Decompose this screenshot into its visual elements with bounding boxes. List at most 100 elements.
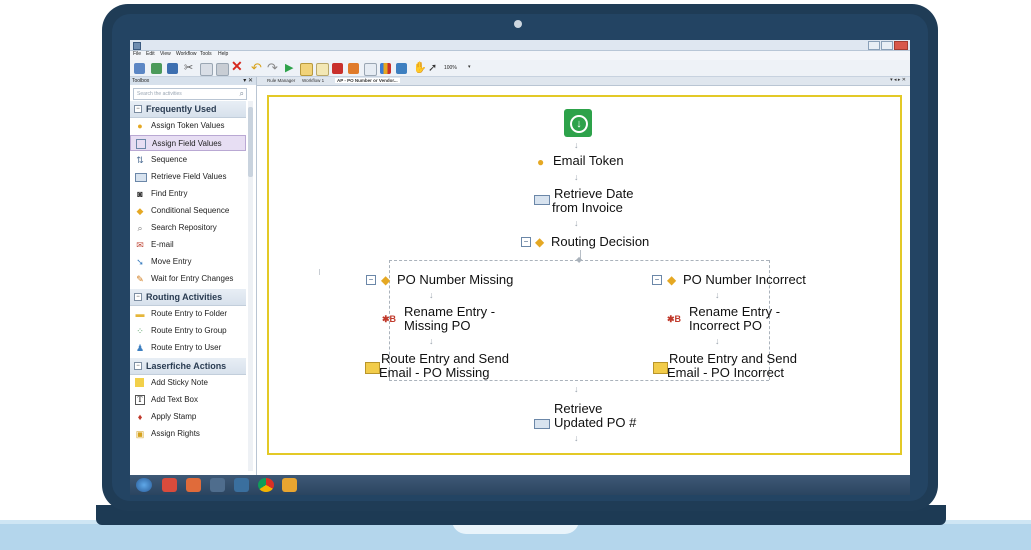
grid-icon[interactable] (364, 63, 377, 76)
activity-search-input[interactable]: Search the activities ⌕ (133, 88, 247, 100)
start-menu-icon[interactable] (136, 478, 152, 492)
node-rename-incorrect-line1[interactable]: Rename Entry - (689, 305, 780, 319)
activity-wait-for-entry-changes[interactable]: ✎ Wait for Entry Changes (130, 271, 246, 287)
redo-icon[interactable]: ↷ (267, 61, 278, 74)
activity-conditional-sequence[interactable]: ◆ Conditional Sequence (130, 203, 246, 219)
open-icon[interactable] (151, 63, 162, 74)
toolbox-scroll-thumb[interactable] (248, 107, 253, 177)
user-app-icon[interactable] (234, 478, 249, 492)
node-rename-missing-line1[interactable]: Rename Entry - (404, 305, 495, 319)
toolbox-pin-icon[interactable]: ▾ ✕ (243, 77, 253, 84)
flow-arrow: ↓ (574, 433, 579, 443)
tab-nav-icons[interactable]: ▾ ◂ ▸ ✕ (890, 77, 906, 83)
section-label: Frequently Used (146, 104, 217, 114)
activity-search-repository[interactable]: ⌕ Search Repository (130, 220, 246, 236)
validate-icon[interactable] (316, 63, 329, 76)
activity-move-entry[interactable]: ➘ Move Entry (130, 254, 246, 270)
collapse-icon[interactable]: − (134, 293, 142, 301)
section-routing-activities[interactable]: − Routing Activities (130, 289, 246, 306)
report-icon[interactable] (380, 63, 391, 74)
activity-sequence[interactable]: ⇅ Sequence (130, 152, 246, 168)
menu-file[interactable]: File (133, 51, 141, 57)
menu-workflow[interactable]: Workflow (176, 51, 196, 57)
tab-rule-manager[interactable]: Rule Manager (267, 78, 295, 83)
activity-assign-rights[interactable]: ▣ Assign Rights (130, 426, 246, 442)
activity-find-entry[interactable]: ◙ Find Entry (130, 186, 246, 202)
menu-edit[interactable]: Edit (146, 51, 155, 57)
flow-arrow: ↓ (429, 290, 434, 300)
delete-icon[interactable]: ✕ (231, 59, 243, 73)
collapse-icon[interactable]: − (521, 237, 531, 247)
menu-tools[interactable]: Tools (200, 51, 212, 57)
activity-assign-token-values[interactable]: ● Assign Token Values (130, 118, 246, 134)
cut-icon[interactable]: ✂ (184, 62, 193, 74)
node-route-missing-line1[interactable]: Route Entry and Send (381, 352, 509, 366)
search-icon[interactable]: ⌕ (240, 89, 244, 99)
collapse-icon[interactable]: − (134, 362, 142, 370)
node-retrieve-po-line1[interactable]: Retrieve (554, 402, 602, 416)
pan-hand-icon[interactable]: ✋ (413, 62, 427, 74)
activity-label: Search Repository (151, 223, 217, 232)
stop-icon[interactable] (332, 63, 343, 74)
collapse-icon[interactable]: − (134, 105, 142, 113)
chrome-icon[interactable] (258, 478, 274, 492)
close-button[interactable] (894, 41, 908, 50)
activity-email[interactable]: ✉ E-mail (130, 237, 246, 253)
node-rename-missing-line2[interactable]: Missing PO (404, 319, 470, 333)
new-workflow-icon[interactable] (134, 63, 145, 74)
activity-add-sticky-note[interactable]: Add Sticky Note (130, 375, 246, 391)
minimize-button[interactable] (868, 41, 880, 50)
workflow-canvas[interactable]: ↓ ↓ ● Email Token ↓ Retrieve Date from I… (267, 95, 902, 455)
section-laserfiche-actions[interactable]: − Laserfiche Actions (130, 358, 246, 375)
node-email-token[interactable]: Email Token (553, 154, 624, 168)
collapse-icon[interactable]: − (652, 275, 662, 285)
publish-icon[interactable] (300, 63, 313, 76)
activity-route-entry-to-group[interactable]: ⁘ Route Entry to Group (130, 323, 246, 339)
node-rename-incorrect-line2[interactable]: Incorrect PO (689, 319, 762, 333)
node-route-incorrect-line1[interactable]: Route Entry and Send (669, 352, 797, 366)
node-retrieve-po-line2[interactable]: Updated PO # (554, 416, 636, 430)
collapse-icon[interactable]: − (366, 275, 376, 285)
activity-add-text-box[interactable]: T Add Text Box (130, 392, 246, 408)
activity-label: Retrieve Field Values (151, 172, 227, 181)
activity-apply-stamp[interactable]: ♦ Apply Stamp (130, 409, 246, 425)
node-route-missing-line2[interactable]: Email - PO Missing (379, 366, 490, 380)
tab-workflow-1[interactable]: Workflow 1 (302, 78, 324, 83)
pointer-icon[interactable]: ➚ (428, 62, 437, 74)
screen: File Edit View Workflow Tools Help ✂ ✕ ↶… (130, 40, 910, 495)
settings-icon[interactable] (210, 478, 225, 492)
activity-assign-field-values[interactable]: Assign Field Values (130, 135, 246, 151)
node-retrieve-date-line2[interactable]: from Invoice (552, 201, 623, 215)
activity-route-entry-to-user[interactable]: ♟ Route Entry to User (130, 340, 246, 356)
menu-bar: File Edit View Workflow Tools Help (130, 51, 910, 60)
node-routing-decision[interactable]: Routing Decision (551, 235, 649, 249)
node-retrieve-date-line1[interactable]: Retrieve Date (554, 187, 633, 201)
monitor-icon[interactable] (396, 63, 407, 74)
properties-icon[interactable] (348, 63, 359, 74)
menu-help[interactable]: Help (218, 51, 228, 57)
conditional-icon: ◆ (381, 273, 391, 287)
section-frequently-used[interactable]: − Frequently Used (130, 101, 246, 118)
zoom-dropdown-icon[interactable]: ▾ (468, 64, 471, 70)
run-icon[interactable]: ▶ (285, 62, 293, 74)
sticky-note-icon (135, 378, 144, 387)
canvas-marker (319, 269, 320, 275)
node-po-number-missing[interactable]: PO Number Missing (397, 273, 513, 287)
zoom-level[interactable]: 100% (444, 65, 457, 71)
paste-icon[interactable] (216, 63, 229, 76)
toolbar: ✂ ✕ ↶ ↷ ▶ ✋ ➚ 100% ▾ (130, 59, 910, 77)
workflow-start-node[interactable]: ↓ (564, 109, 592, 137)
save-icon[interactable] (167, 63, 178, 74)
node-po-number-incorrect[interactable]: PO Number Incorrect (683, 273, 806, 287)
activity-retrieve-field-values[interactable]: Retrieve Field Values (130, 169, 246, 185)
menu-view[interactable]: View (160, 51, 171, 57)
activity-route-entry-to-folder[interactable]: ▬ Route Entry to Folder (130, 306, 246, 322)
tab-ap-po-number[interactable]: AP - PO Number or Vendor... (335, 78, 400, 83)
undo-icon[interactable]: ↶ (251, 61, 262, 74)
maximize-button[interactable] (881, 41, 893, 50)
copy-icon[interactable] (200, 63, 213, 76)
node-route-incorrect-line2[interactable]: Email - PO Incorrect (667, 366, 784, 380)
forms-icon[interactable] (186, 478, 201, 492)
outlook-icon[interactable] (282, 478, 297, 492)
laserfiche-icon[interactable] (162, 478, 177, 492)
